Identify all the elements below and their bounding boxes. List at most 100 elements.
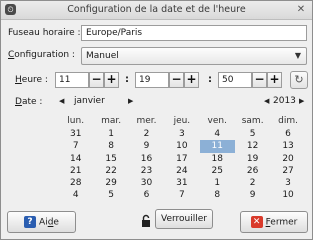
weekday-label: sam. — [241, 116, 264, 126]
configuration-label-text: onfiguration : — [14, 50, 75, 60]
calendar-day[interactable]: 5 — [235, 128, 270, 140]
hour-field[interactable]: 11 — [55, 72, 89, 88]
close-button[interactable]: ✕ Fermer — [240, 211, 308, 233]
calendar-day[interactable]: 16 — [129, 153, 164, 165]
date-label-text: ate : — [21, 97, 43, 107]
lock-button[interactable]: Verrouiller — [155, 209, 213, 229]
calendar-day[interactable]: 13 — [270, 140, 305, 152]
calendar-week-row: 28 29 30 31 1 2 3 — [58, 177, 306, 189]
calendar-day[interactable]: 31 — [164, 177, 199, 189]
help-label-post: e — [53, 217, 59, 228]
calendar-day[interactable]: 30 — [129, 177, 164, 189]
calendar: lun. mar. mer. jeu. ven. sam. dim. 31 1 2 3… — [58, 115, 306, 201]
calendar-day[interactable]: 2 — [235, 177, 270, 189]
timezone-label: Fuseau horaire : — [8, 28, 81, 38]
calendar-week-row: 31 1 2 3 4 5 6 — [58, 128, 306, 140]
calendar-day[interactable]: 5 — [93, 189, 128, 201]
window-title: Configuration de la date et de l'heure — [67, 4, 246, 15]
calendar-day[interactable]: 23 — [129, 165, 164, 177]
calendar-day[interactable]: 4 — [200, 128, 235, 140]
month-label: janvier — [74, 96, 105, 106]
calendar-week-row: 21 22 23 24 25 26 27 — [58, 165, 306, 177]
calendar-day[interactable]: 7 — [58, 140, 93, 152]
weekday-label: dim. — [278, 116, 298, 126]
calendar-day[interactable]: 8 — [200, 189, 235, 201]
calendar-day[interactable]: 1 — [200, 177, 235, 189]
configuration-label: Configuration : — [8, 50, 75, 60]
calendar-weekdays: lun. mar. mer. jeu. ven. sam. dim. — [58, 115, 306, 128]
calendar-week-row: 4 5 6 7 8 9 10 — [58, 189, 306, 201]
calendar-day[interactable]: 7 — [164, 189, 199, 201]
time-label-text: eure : — [21, 75, 48, 85]
calendar-day[interactable]: 2 — [129, 128, 164, 140]
calendar-day[interactable]: 29 — [93, 177, 128, 189]
configuration-value: Manuel — [86, 51, 119, 61]
next-month-icon[interactable]: ▶ — [128, 97, 133, 105]
calendar-day[interactable]: 24 — [164, 165, 199, 177]
minute-decrement-button[interactable]: − — [169, 72, 184, 88]
minute-field[interactable]: 19 — [135, 72, 169, 88]
weekday-label: mar. — [101, 116, 122, 126]
calendar-day[interactable]: 4 — [58, 189, 93, 201]
hour-increment-button[interactable]: + — [104, 72, 119, 88]
time-separator: : — [208, 74, 212, 85]
calendar-day[interactable]: 9 — [129, 140, 164, 152]
calendar-day[interactable]: 17 — [164, 153, 199, 165]
calendar-day[interactable]: 3 — [270, 177, 305, 189]
date-label: Date : — [15, 97, 42, 107]
weekday-label: jeu. — [173, 116, 191, 126]
weekday-label: lun. — [67, 116, 85, 126]
second-increment-button[interactable]: + — [267, 72, 282, 88]
calendar-day[interactable]: 3 — [164, 128, 199, 140]
help-label-pre: Ai — [39, 217, 48, 228]
timezone-field[interactable]: Europe/Paris — [81, 25, 307, 41]
calendar-day[interactable]: 25 — [200, 165, 235, 177]
calendar-day[interactable]: 8 — [93, 140, 128, 152]
calendar-day[interactable]: 1 — [93, 128, 128, 140]
calendar-day[interactable]: 11 — [199, 140, 235, 153]
title-bar[interactable]: ⏲ Configuration de la date et de l'heure… — [1, 1, 312, 20]
window-close-button[interactable]: ✕ — [294, 3, 308, 16]
calendar-day[interactable]: 15 — [93, 153, 128, 165]
dropdown-arrow-icon: ▼ — [294, 51, 301, 60]
calendar-day[interactable]: 18 — [200, 153, 235, 165]
minute-increment-button[interactable]: + — [184, 72, 199, 88]
calendar-day[interactable]: 9 — [235, 189, 270, 201]
calendar-day[interactable]: 19 — [235, 153, 270, 165]
second-field[interactable]: 50 — [218, 72, 252, 88]
calendar-day[interactable]: 27 — [270, 165, 305, 177]
weekday-label: ven. — [207, 116, 227, 126]
prev-year-icon[interactable]: ◀ — [264, 97, 269, 105]
lock-icon — [142, 214, 150, 227]
calendar-day[interactable]: 6 — [129, 189, 164, 201]
refresh-time-button[interactable]: ↻ — [290, 71, 308, 89]
calendar-day[interactable]: 21 — [58, 165, 93, 177]
calendar-day[interactable]: 31 — [58, 128, 93, 140]
calendar-day[interactable]: 10 — [164, 140, 199, 152]
calendar-day[interactable]: 6 — [270, 128, 305, 140]
hour-decrement-button[interactable]: − — [89, 72, 104, 88]
configuration-select[interactable]: Manuel ▼ — [81, 47, 307, 65]
year-label: 2013 — [273, 96, 296, 106]
close-icon: ✕ — [250, 216, 263, 228]
time-separator: : — [125, 74, 129, 85]
calendar-day[interactable]: 14 — [58, 153, 93, 165]
prev-month-icon[interactable]: ◀ — [59, 97, 64, 105]
time-label: Heure : — [15, 75, 48, 85]
calendar-day[interactable]: 12 — [235, 140, 270, 152]
calendar-day[interactable]: 10 — [270, 189, 305, 201]
datetime-dialog: ⏲ Configuration de la date et de l'heure… — [0, 0, 313, 240]
time-mnemonic: H — [15, 75, 22, 85]
second-decrement-button[interactable]: − — [252, 72, 267, 88]
calendar-day[interactable]: 22 — [93, 165, 128, 177]
calendar-week-row: 7 8 9 10 11 12 13 — [58, 140, 306, 153]
calendar-day[interactable]: 26 — [235, 165, 270, 177]
refresh-icon: ↻ — [294, 73, 304, 86]
weekday-label: mer. — [136, 116, 157, 126]
help-button[interactable]: ? Aide — [7, 211, 76, 233]
next-year-icon[interactable]: ▶ — [299, 97, 304, 105]
date-mnemonic: D — [15, 97, 22, 107]
calendar-day[interactable]: 28 — [58, 177, 93, 189]
calendar-day[interactable]: 20 — [270, 153, 305, 165]
close-label-rest: ermer — [270, 217, 298, 228]
